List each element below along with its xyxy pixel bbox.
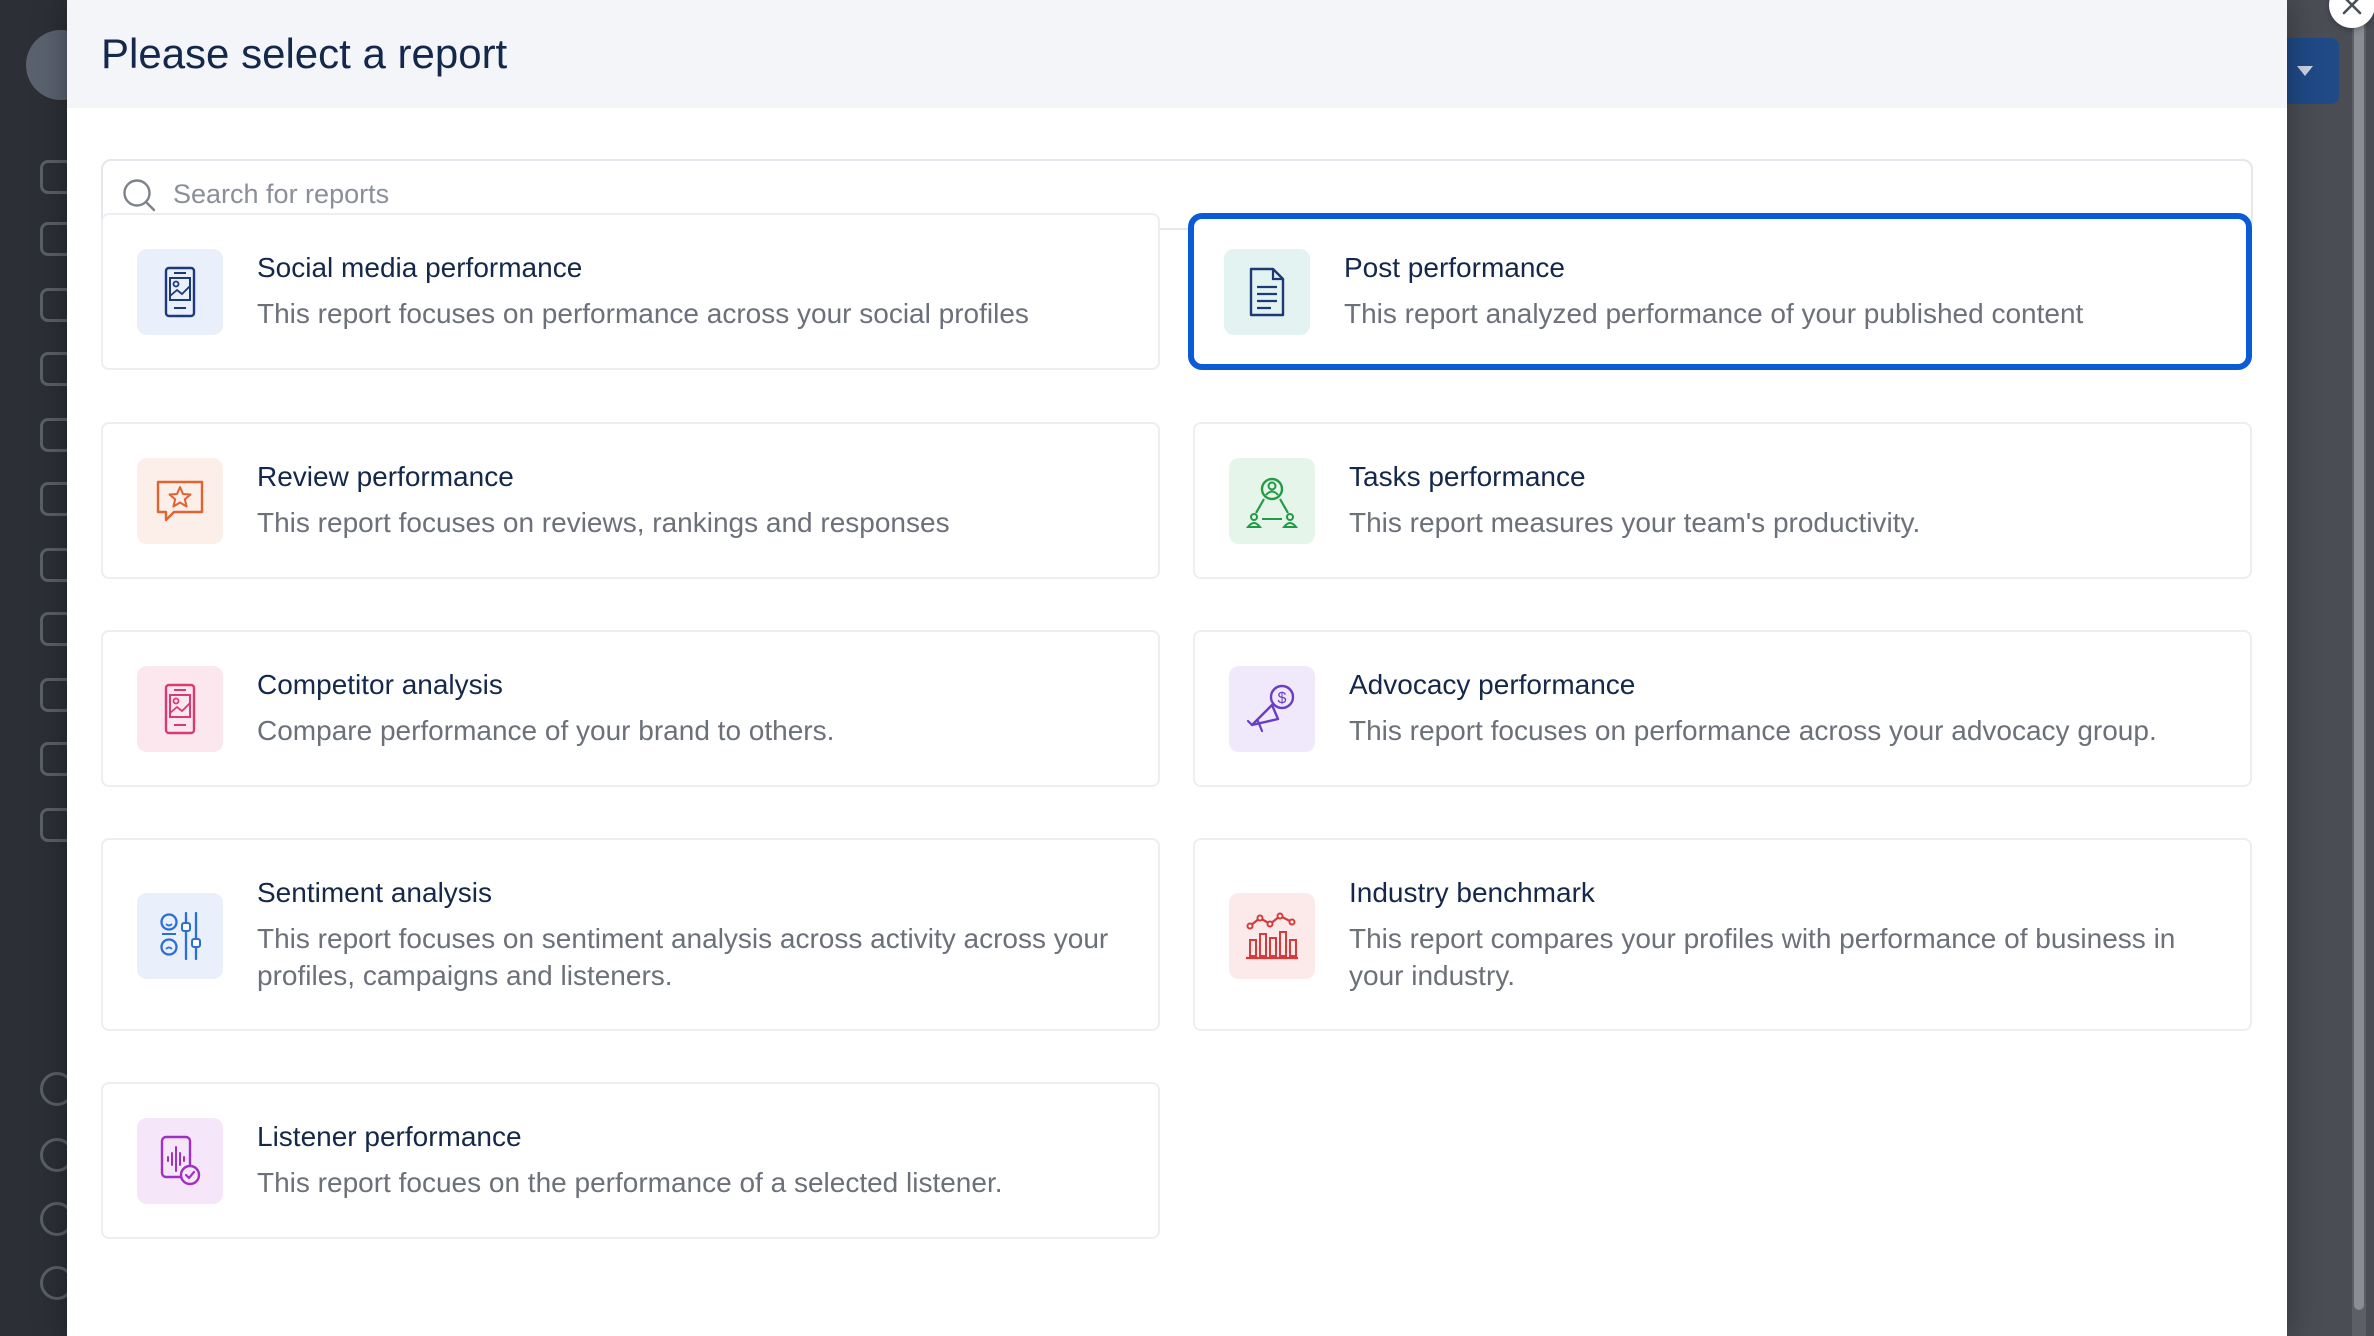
report-card-competitor-analysis[interactable]: Competitor analysis Compare performance … bbox=[101, 630, 1160, 787]
report-card-title: Industry benchmark bbox=[1349, 877, 1595, 908]
megaphone-icon: $ bbox=[1229, 666, 1315, 752]
report-card-listener-performance[interactable]: Listener performance This report focues … bbox=[101, 1082, 1160, 1239]
report-card-sentiment-analysis[interactable]: Sentiment analysis This report focuses o… bbox=[101, 838, 1160, 1031]
report-card-social-media-performance[interactable]: Social media performance This report foc… bbox=[101, 213, 1160, 370]
report-card-title: Listener performance bbox=[257, 1121, 522, 1152]
report-card-review-performance[interactable]: Review performance This report focuses o… bbox=[101, 422, 1160, 579]
team-icon bbox=[1229, 458, 1315, 544]
report-card-description: This report analyzed performance of your… bbox=[1344, 298, 2084, 329]
report-card-industry-benchmark[interactable]: Industry benchmark This report compares … bbox=[1193, 838, 2252, 1031]
report-card-title: Review performance bbox=[257, 461, 514, 492]
report-card-title: Post performance bbox=[1344, 252, 1565, 283]
search-icon bbox=[123, 178, 156, 211]
report-card-advocacy-performance[interactable]: $ Advocacy performance This report focus… bbox=[1193, 630, 2252, 787]
page-scrollbar-thumb[interactable] bbox=[2354, 10, 2364, 1310]
report-card-tasks-performance[interactable]: Tasks performance This report measures y… bbox=[1193, 422, 2252, 579]
sentiment-icon bbox=[137, 893, 223, 979]
report-card-description: This report compares your profiles with … bbox=[1349, 923, 2176, 991]
report-card-description: This report focuses on sentiment analysi… bbox=[257, 923, 1109, 991]
report-select-modal: Please select a report Social media perf… bbox=[67, 0, 2374, 1336]
report-card-post-performance[interactable]: Post performance This report analyzed pe… bbox=[1188, 213, 2252, 370]
report-card-description: This report focuses on performance acros… bbox=[1349, 715, 2157, 746]
competitor-icon bbox=[137, 666, 223, 752]
report-card-description: This report focues on the performance of… bbox=[257, 1167, 1003, 1198]
report-card-title: Sentiment analysis bbox=[257, 877, 493, 908]
benchmark-icon bbox=[1229, 893, 1315, 979]
report-card-description: This report measures your team's product… bbox=[1349, 507, 1921, 538]
close-icon bbox=[2342, 0, 2362, 15]
svg-text:$: $ bbox=[1278, 690, 1287, 707]
review-star-icon bbox=[137, 458, 223, 544]
document-icon bbox=[1224, 249, 1310, 335]
report-card-title: Social media performance bbox=[257, 252, 583, 283]
listener-icon bbox=[137, 1118, 223, 1204]
report-card-title: Tasks performance bbox=[1349, 461, 1586, 492]
report-card-title: Advocacy performance bbox=[1349, 669, 1636, 700]
modal-title: Please select a report bbox=[101, 30, 508, 77]
report-card-description: This report focuses on performance acros… bbox=[257, 298, 1029, 329]
social-media-icon bbox=[137, 249, 223, 335]
modal-header: Please select a report bbox=[67, 0, 2287, 108]
report-card-title: Competitor analysis bbox=[257, 669, 503, 700]
report-card-description: Compare performance of your brand to oth… bbox=[257, 715, 835, 746]
report-card-description: This report focuses on reviews, rankings… bbox=[257, 507, 950, 538]
